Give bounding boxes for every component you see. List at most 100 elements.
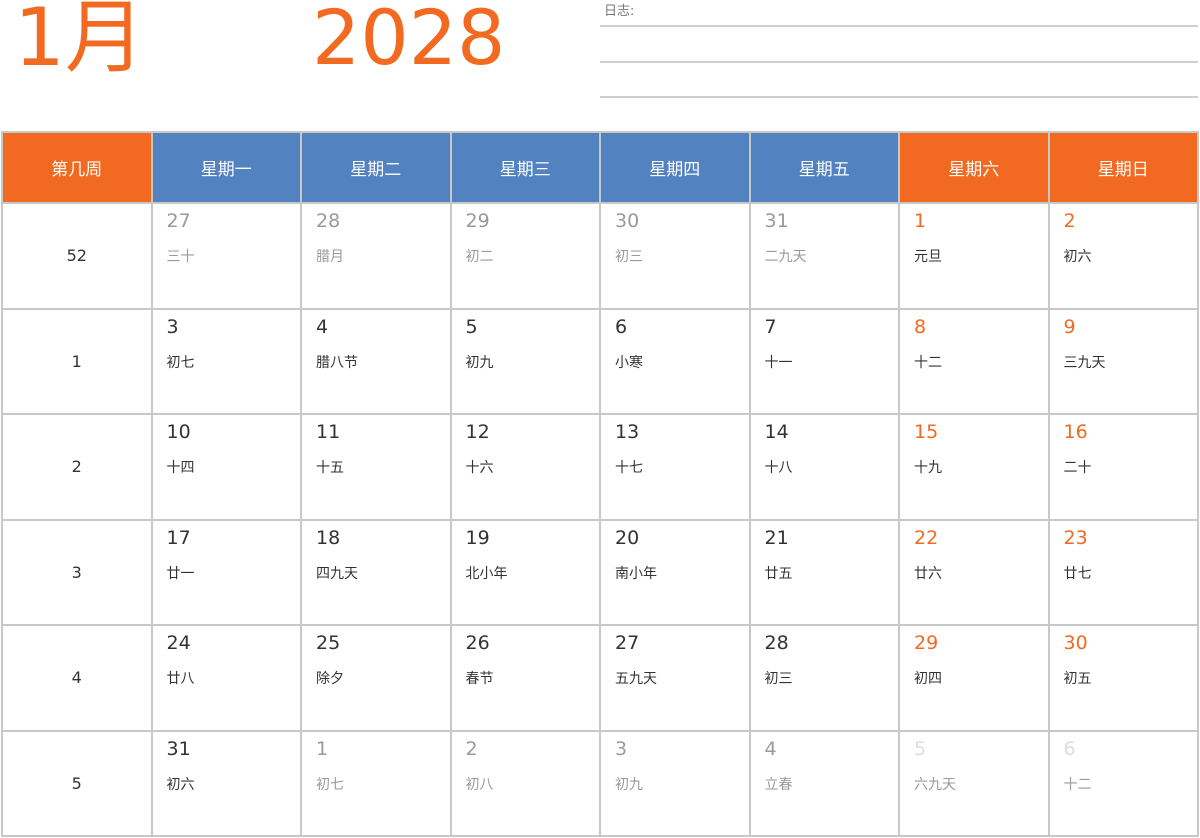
calendar-week-row: 3 17 廿一 18 四九天 19 北小年 20 南小年 21 廿五 22 廿六 23 廿七 (1, 518, 1199, 626)
lunar-date: 初四 (914, 671, 942, 687)
lunar-date: 十六 (465, 460, 494, 476)
day-cell[interactable]: 18 四九天 (300, 518, 452, 626)
day-cell[interactable]: 25 除夕 (300, 624, 452, 732)
day-number: 4 (764, 737, 777, 760)
day-number: 16 (1063, 421, 1088, 443)
day-cell[interactable]: 17 廿一 (150, 518, 302, 626)
lunar-date: 初九 (615, 776, 643, 793)
day-cell[interactable]: 4 腊八节 (300, 307, 452, 415)
day-cell[interactable]: 1 初七 (300, 729, 452, 837)
day-cell[interactable]: 15 十九 (898, 413, 1050, 521)
day-number: 5 (465, 315, 478, 338)
header-monday: 星期一 (150, 131, 302, 204)
day-number: 27 (615, 632, 640, 654)
day-cell[interactable]: 3 初七 (150, 307, 302, 415)
day-cell[interactable]: 11 十五 (300, 413, 452, 521)
day-cell[interactable]: 23 廿七 (1047, 518, 1199, 626)
lunar-date: 十二 (914, 354, 942, 371)
day-cell[interactable]: 27 三十 (150, 202, 302, 310)
notes-area[interactable]: 日志: (600, 0, 1198, 100)
calendar-grid: 第几周 星期一 星期二 星期三 星期四 星期五 星期六 星期日 52 27 三十 28… (1, 131, 1199, 837)
day-cell[interactable]: 13 十七 (599, 413, 751, 521)
day-number: 15 (914, 421, 939, 443)
day-cell[interactable]: 10 十四 (150, 413, 302, 521)
day-cell[interactable]: 5 初九 (449, 307, 601, 415)
day-number: 2 (465, 737, 478, 760)
day-cell[interactable]: 6 小寒 (599, 307, 751, 415)
day-number: 3 (615, 737, 628, 760)
day-cell[interactable]: 31 初六 (150, 729, 302, 837)
day-number: 21 (764, 526, 789, 549)
day-number: 24 (166, 632, 191, 654)
lunar-date: 初六 (166, 776, 195, 793)
day-cell[interactable]: 31 二九天 (748, 202, 900, 310)
day-cell[interactable]: 29 初二 (449, 202, 601, 310)
day-cell[interactable]: 16 二十 (1047, 413, 1199, 521)
day-cell[interactable]: 24 廿八 (150, 624, 302, 732)
day-cell[interactable]: 5 六九天 (898, 729, 1050, 837)
lunar-date: 三十 (166, 249, 195, 265)
day-number: 7 (764, 315, 777, 338)
lunar-date: 十四 (166, 460, 195, 476)
day-number: 14 (764, 421, 789, 443)
day-number: 31 (166, 737, 191, 760)
header-thursday: 星期四 (599, 131, 751, 204)
day-cell[interactable]: 2 初六 (1047, 202, 1199, 310)
day-number: 1 (914, 210, 927, 232)
day-number: 26 (465, 632, 490, 654)
lunar-date: 二九天 (764, 249, 807, 265)
day-cell[interactable]: 12 十六 (449, 413, 601, 521)
day-cell[interactable]: 27 五九天 (599, 624, 751, 732)
lunar-date: 五九天 (615, 671, 657, 687)
day-cell[interactable]: 28 腊月 (300, 202, 452, 310)
day-number: 30 (1063, 632, 1088, 654)
lunar-date: 初九 (465, 354, 494, 371)
day-number: 17 (166, 526, 191, 549)
day-cell[interactable]: 4 立春 (748, 729, 900, 837)
header-friday: 星期五 (748, 131, 900, 204)
day-cell[interactable]: 7 十一 (748, 307, 900, 415)
day-number: 27 (166, 210, 191, 232)
day-cell[interactable]: 9 三九天 (1047, 307, 1199, 415)
lunar-date: 初七 (316, 776, 344, 793)
day-number: 30 (615, 210, 640, 232)
day-number: 25 (316, 632, 341, 654)
day-number: 20 (615, 526, 640, 549)
lunar-date: 廿八 (166, 671, 195, 687)
day-cell[interactable]: 14 十八 (748, 413, 900, 521)
lunar-date: 初二 (465, 249, 494, 265)
day-cell[interactable]: 22 廿六 (898, 518, 1050, 626)
lunar-date: 十五 (316, 460, 344, 476)
day-number: 1 (316, 737, 329, 760)
day-cell[interactable]: 30 初三 (599, 202, 751, 310)
day-number: 5 (914, 737, 927, 760)
day-cell[interactable]: 20 南小年 (599, 518, 751, 626)
day-number: 31 (764, 210, 789, 232)
lunar-date: 三九天 (1063, 354, 1106, 371)
day-number: 13 (615, 421, 640, 443)
day-cell[interactable]: 3 初九 (599, 729, 751, 837)
lunar-date: 十九 (914, 460, 942, 476)
day-cell[interactable]: 21 廿五 (748, 518, 900, 626)
week-number: 1 (1, 307, 153, 415)
lunar-date: 四九天 (316, 565, 358, 582)
day-cell[interactable]: 28 初三 (748, 624, 900, 732)
header-week-number: 第几周 (1, 131, 153, 204)
lunar-date: 廿五 (764, 565, 793, 582)
day-cell[interactable]: 2 初八 (449, 729, 601, 837)
day-number: 3 (166, 315, 179, 338)
day-cell[interactable]: 19 北小年 (449, 518, 601, 626)
notes-line (600, 25, 1198, 27)
day-cell[interactable]: 30 初五 (1047, 624, 1199, 732)
lunar-date: 除夕 (316, 671, 344, 687)
day-cell[interactable]: 26 春节 (449, 624, 601, 732)
lunar-date: 初八 (465, 776, 494, 793)
lunar-date: 十八 (764, 460, 793, 476)
day-cell[interactable]: 8 十二 (898, 307, 1050, 415)
header-tuesday: 星期二 (300, 131, 452, 204)
year-title: 2028 (312, 0, 506, 82)
day-cell[interactable]: 29 初四 (898, 624, 1050, 732)
lunar-date: 初五 (1063, 671, 1092, 687)
day-cell[interactable]: 1 元旦 (898, 202, 1050, 310)
day-cell[interactable]: 6 十二 (1047, 729, 1199, 837)
